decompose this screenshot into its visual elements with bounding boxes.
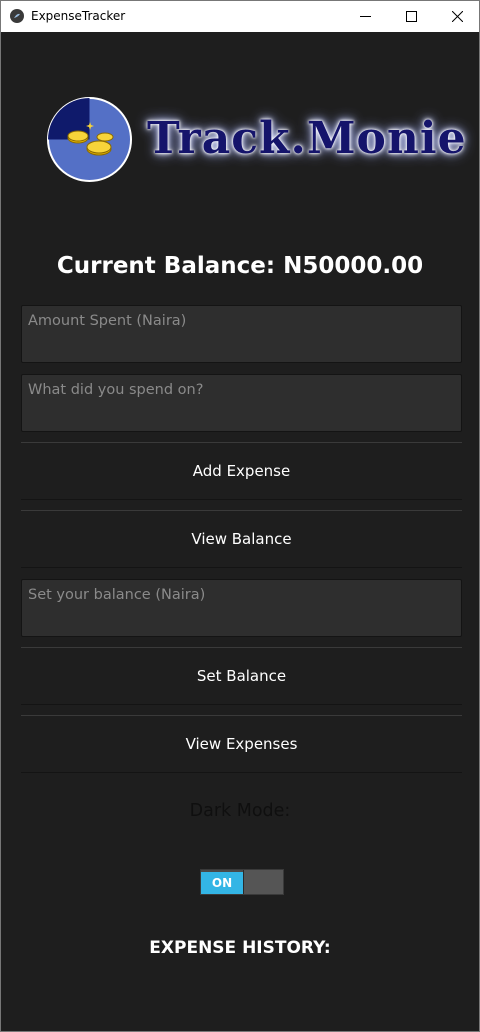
toggle-knob[interactable] bbox=[243, 870, 283, 894]
amount-spent-field[interactable]: Amount Spent (Naira) bbox=[21, 305, 462, 363]
amount-spent-input[interactable] bbox=[22, 306, 461, 362]
logo-wordmark: Track.Monie bbox=[147, 113, 467, 164]
title-bar[interactable]: ExpenseTracker bbox=[1, 1, 479, 32]
logo-coin-icon bbox=[47, 97, 132, 182]
set-balance-field[interactable]: Set your balance (Naira) bbox=[21, 579, 462, 637]
expense-description-input[interactable] bbox=[22, 375, 461, 431]
app-window: ExpenseTracker Track.Monie Current Balan… bbox=[0, 0, 480, 1032]
window-title: ExpenseTracker bbox=[31, 9, 126, 23]
add-expense-button[interactable]: Add Expense bbox=[21, 442, 462, 500]
expense-description-field[interactable]: What did you spend on? bbox=[21, 374, 462, 432]
app-icon bbox=[10, 9, 24, 23]
set-balance-button[interactable]: Set Balance bbox=[21, 647, 462, 705]
maximize-icon[interactable] bbox=[388, 1, 434, 32]
set-balance-input[interactable] bbox=[22, 580, 461, 636]
dark-mode-toggle[interactable]: ON bbox=[200, 869, 284, 895]
expense-history-heading: EXPENSE HISTORY: bbox=[149, 938, 331, 958]
close-icon[interactable] bbox=[434, 1, 480, 32]
view-expenses-button[interactable]: View Expenses bbox=[21, 715, 462, 773]
view-balance-button[interactable]: View Balance bbox=[21, 510, 462, 568]
toggle-on-label: ON bbox=[201, 872, 243, 894]
minimize-icon[interactable] bbox=[342, 1, 388, 32]
dark-mode-label: Dark Mode: bbox=[189, 801, 291, 821]
current-balance-label: Current Balance: N50000.00 bbox=[56, 253, 424, 279]
